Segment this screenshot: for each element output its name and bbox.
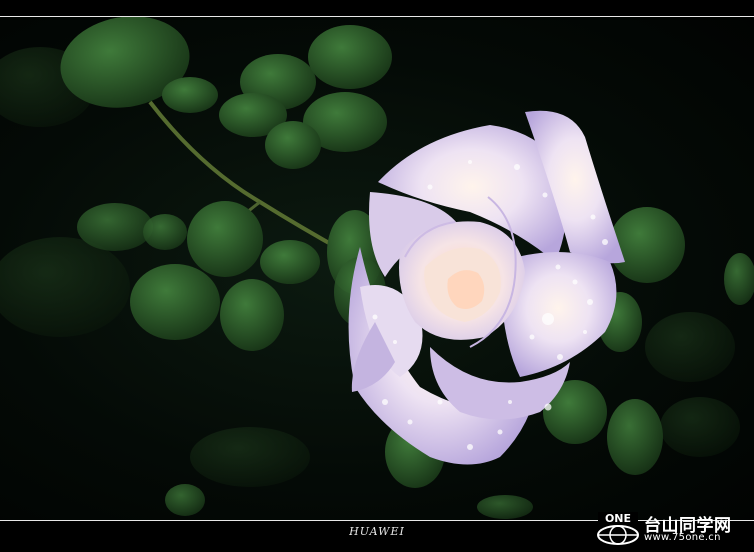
image-frame: HUAWEI ONE 台山同学网 www.75one.cn: [0, 0, 754, 552]
site-url[interactable]: www.75one.cn: [644, 532, 721, 543]
site-watermark[interactable]: ONE 台山同学网 www.75one.cn: [594, 508, 750, 548]
rose-photo-artwork: [0, 17, 754, 519]
globe-logo-icon: ONE: [597, 512, 639, 545]
logo-mark-text: ONE: [605, 512, 631, 525]
rose-photo: [0, 17, 754, 520]
